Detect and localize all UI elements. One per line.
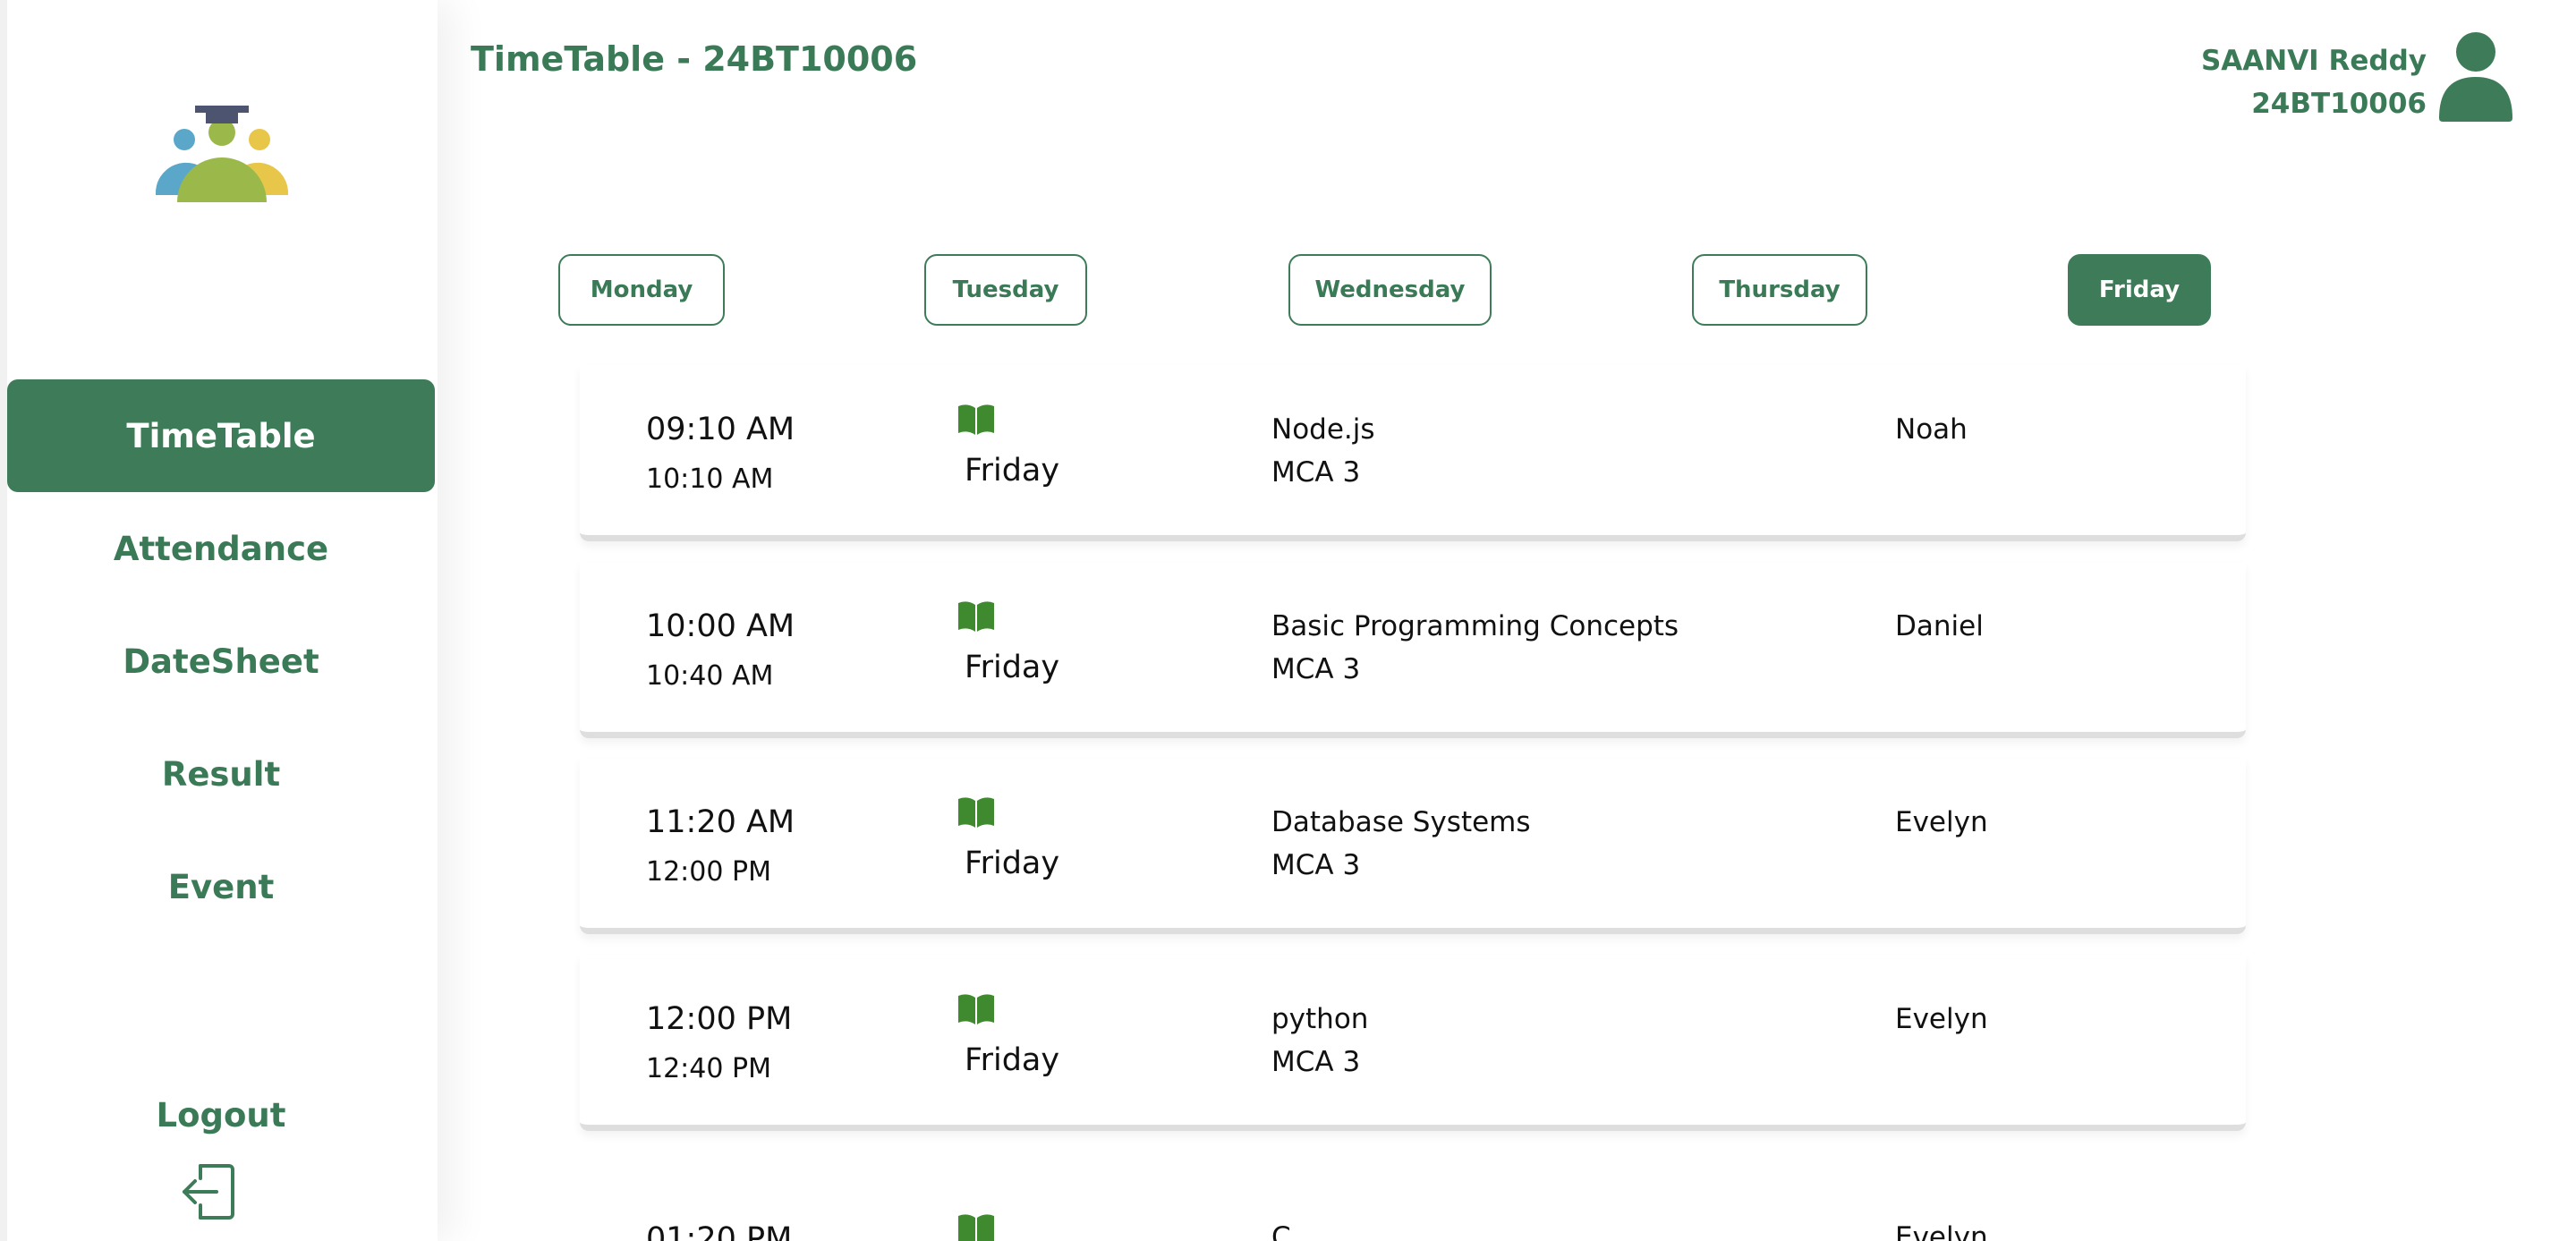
subject-name: C: [1271, 1221, 1291, 1241]
day-label: Friday: [965, 1042, 1060, 1078]
page-title: TimeTable - 24BT10006: [471, 39, 918, 79]
end-time: 12:00 PM: [646, 856, 771, 888]
book-icon: [958, 601, 994, 632]
logout-button[interactable]: Logout: [7, 1096, 435, 1135]
sidebar-item-datesheet[interactable]: DateSheet: [7, 605, 435, 718]
class-label: MCA 3: [1271, 456, 1361, 489]
schedule-row: 11:20 AM 12:00 PM Friday Database System…: [580, 758, 2246, 934]
sidebar: TimeTable Attendance DateSheet Result Ev…: [0, 0, 438, 1241]
sidebar-item-attendance[interactable]: Attendance: [7, 492, 435, 605]
sidebar-item-result[interactable]: Result: [7, 718, 435, 830]
user-avatar-icon[interactable]: [2439, 32, 2512, 122]
end-time: 10:10 AM: [646, 463, 774, 495]
teacher-name: Evelyn: [1895, 1221, 1988, 1241]
start-time: 01:20 PM: [646, 1221, 793, 1241]
logout-icon[interactable]: [181, 1162, 236, 1221]
schedule-row: 01:20 PM C Evelyn: [580, 1152, 2246, 1241]
user-info: SAANVI Reddy 24BT10006: [2201, 39, 2427, 125]
book-icon: [958, 797, 994, 828]
teacher-name: Daniel: [1895, 610, 1984, 642]
class-label: MCA 3: [1271, 849, 1361, 881]
tab-friday[interactable]: Friday: [2068, 254, 2211, 326]
tab-monday[interactable]: Monday: [558, 254, 725, 326]
class-label: MCA 3: [1271, 1046, 1361, 1078]
start-time: 12:00 PM: [646, 1001, 793, 1037]
tab-thursday[interactable]: Thursday: [1692, 254, 1867, 326]
schedule-row: 10:00 AM 10:40 AM Friday Basic Programmi…: [580, 562, 2246, 738]
day-label: Friday: [965, 650, 1060, 685]
teacher-name: Noah: [1895, 413, 1968, 446]
book-icon: [958, 404, 994, 435]
start-time: 10:00 AM: [646, 608, 795, 644]
day-label: Friday: [965, 453, 1060, 489]
start-time: 11:20 AM: [646, 804, 795, 840]
end-time: 12:40 PM: [646, 1053, 771, 1084]
school-logo: [155, 106, 289, 202]
teacher-name: Evelyn: [1895, 1003, 1988, 1035]
class-label: MCA 3: [1271, 653, 1361, 685]
sidebar-item-event[interactable]: Event: [7, 830, 435, 943]
teacher-name: Evelyn: [1895, 806, 1988, 838]
tab-tuesday[interactable]: Tuesday: [924, 254, 1087, 326]
tab-wednesday[interactable]: Wednesday: [1288, 254, 1492, 326]
day-label: Friday: [965, 846, 1060, 881]
schedule-row: 09:10 AM 10:10 AM Friday Node.js MCA 3 N…: [580, 365, 2246, 541]
end-time: 10:40 AM: [646, 660, 774, 692]
sidebar-item-timetable[interactable]: TimeTable: [7, 379, 435, 492]
subject-name: Database Systems: [1271, 806, 1531, 838]
schedule-row: 12:00 PM 12:40 PM Friday python MCA 3 Ev…: [580, 955, 2246, 1131]
start-time: 09:10 AM: [646, 412, 795, 447]
subject-name: python: [1271, 1003, 1369, 1035]
subject-name: Basic Programming Concepts: [1271, 610, 1679, 642]
user-name: SAANVI Reddy: [2200, 45, 2427, 77]
subject-name: Node.js: [1271, 413, 1375, 446]
book-icon: [958, 1214, 994, 1241]
book-icon: [958, 994, 994, 1024]
user-id: 24BT10006: [2251, 88, 2427, 120]
